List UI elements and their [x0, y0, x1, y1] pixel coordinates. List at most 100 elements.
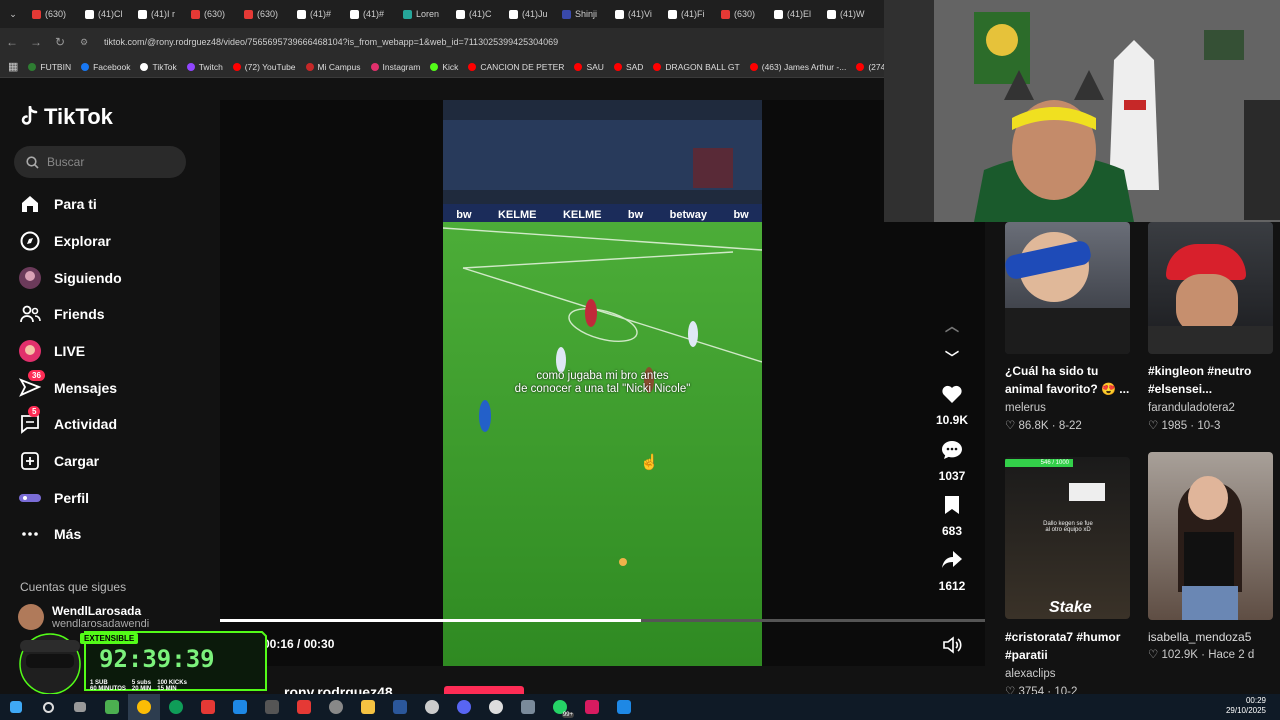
taskbar-app-icon[interactable]: [192, 694, 224, 720]
taskbar-app-icon[interactable]: [576, 694, 608, 720]
recommended-title[interactable]: #cristorata7 #humor #paratii: [1005, 628, 1135, 664]
bookmark-item[interactable]: CANCION DE PETER: [468, 62, 564, 72]
recommended-thumb[interactable]: [1005, 222, 1130, 354]
sidebar-item-friends[interactable]: Friends: [18, 302, 105, 326]
browser-tab[interactable]: (41)I r: [132, 0, 185, 28]
browser-tab[interactable]: (630): [238, 0, 291, 28]
recommended-user[interactable]: faranduladotera2: [1148, 402, 1235, 414]
tiktok-logo[interactable]: TikTok: [20, 104, 113, 130]
browser-tab[interactable]: (41)C: [450, 0, 503, 28]
sidebar-item-explorar[interactable]: Explorar: [18, 229, 111, 253]
discord-icon[interactable]: [448, 694, 480, 720]
search-icon[interactable]: [32, 694, 64, 720]
sidebar-item-live[interactable]: LIVE: [18, 339, 85, 363]
bookmark-item[interactable]: DRAGON BALL GT: [653, 62, 740, 72]
tab-favicon-icon: [562, 9, 571, 19]
bookmark-label: Kick: [442, 61, 459, 72]
browser-tab[interactable]: (41)Vi: [609, 0, 662, 28]
browser-tab[interactable]: (41)W: [821, 0, 874, 28]
taskbar-app-icon[interactable]: [480, 694, 512, 720]
video-progress-bar[interactable]: [220, 619, 985, 622]
tab-label: (41)#: [310, 9, 332, 19]
previous-video-icon[interactable]: ︿: [930, 316, 974, 336]
apps-grid-icon[interactable]: ▦: [8, 60, 18, 73]
volume-icon[interactable]: [942, 636, 962, 659]
browser-tab[interactable]: (630): [715, 0, 768, 28]
forward-icon[interactable]: →: [24, 35, 48, 49]
task-view-icon[interactable]: [64, 694, 96, 720]
save-button[interactable]: 683: [930, 495, 974, 538]
browser-tab[interactable]: (41)El: [768, 0, 821, 28]
start-icon[interactable]: [0, 694, 32, 720]
whatsapp-icon[interactable]: 99+: [544, 694, 576, 720]
browser-tab[interactable]: (41)Fi: [662, 0, 715, 28]
bookmark-item[interactable]: Twitch: [186, 62, 223, 72]
word-icon[interactable]: [384, 694, 416, 720]
recommended-user[interactable]: melerus: [1005, 402, 1046, 414]
like-button[interactable]: 10.9K: [930, 384, 974, 427]
bookmark-item[interactable]: FUTBIN: [28, 62, 71, 72]
sidebar-item-label: Mensajes: [54, 380, 118, 396]
tab-list-button[interactable]: ⌄: [0, 0, 26, 28]
bookmark-favicon-icon: [232, 62, 241, 71]
browser-tab[interactable]: (41)#: [291, 0, 344, 28]
bookmark-item[interactable]: Facebook: [81, 62, 130, 72]
site-info-icon[interactable]: ⚙: [72, 37, 96, 48]
recommended-title[interactable]: #kingleon #neutro #elsensei...: [1148, 362, 1278, 398]
recommended-title[interactable]: ¿Cuál ha sido tu animal favorito? 😍 ...: [1005, 362, 1135, 398]
bookmark-item[interactable]: Instagram: [370, 62, 420, 72]
sidebar-item-para-ti[interactable]: Para ti: [18, 192, 97, 216]
heart-icon: [942, 385, 962, 403]
browser-tab[interactable]: Loren: [397, 0, 450, 28]
browser-tab[interactable]: (41)Cl: [79, 0, 132, 28]
recommended-stats: ♡ 102.9K · Hace 2 d: [1148, 649, 1255, 661]
bookmark-item[interactable]: Mi Campus: [305, 62, 361, 72]
search-input[interactable]: Buscar: [14, 146, 186, 178]
taskbar-app-icon[interactable]: [224, 694, 256, 720]
tab-favicon-icon: [85, 9, 94, 19]
share-button[interactable]: 1612: [930, 550, 974, 593]
edge-icon[interactable]: [160, 694, 192, 720]
next-video-icon[interactable]: ﹀: [930, 348, 974, 368]
calculator-icon[interactable]: [512, 694, 544, 720]
sidebar-item-actividad[interactable]: 5 Actividad: [18, 406, 117, 436]
bookmark-item[interactable]: Kick: [430, 62, 458, 72]
taskbar-app-icon[interactable]: [96, 694, 128, 720]
bookmark-item[interactable]: (274: [856, 62, 885, 72]
recommended-thumb[interactable]: [1148, 222, 1273, 354]
url-field[interactable]: tiktok.com/@rony.rodrguez48/video/756569…: [104, 37, 558, 47]
sidebar-item-m-s[interactable]: Más: [18, 522, 81, 546]
system-clock[interactable]: 00:29 29/10/2025: [1226, 696, 1266, 716]
taskbar-app-icon[interactable]: [288, 694, 320, 720]
browser-tab[interactable]: (41)Ju: [503, 0, 556, 28]
recommended-thumb[interactable]: [1148, 452, 1273, 620]
chrome-icon[interactable]: [128, 694, 160, 720]
bookmark-item[interactable]: SAU: [574, 62, 604, 72]
recommended-user[interactable]: alexaclips: [1005, 668, 1056, 680]
back-icon[interactable]: ←: [0, 35, 24, 49]
browser-tab[interactable]: (630): [26, 0, 79, 28]
taskbar-app-icon[interactable]: [416, 694, 448, 720]
taskbar-app-icon[interactable]: [256, 694, 288, 720]
sidebar-item-mensajes[interactable]: 36 Mensajes: [18, 370, 118, 400]
comment-button[interactable]: 1037: [930, 440, 974, 483]
bookmark-item[interactable]: (463) James Arthur -...: [749, 62, 846, 72]
folder-icon[interactable]: [352, 694, 384, 720]
taskbar-app-icon[interactable]: [320, 694, 352, 720]
browser-tab[interactable]: Shinji: [556, 0, 609, 28]
bookmark-favicon-icon: [28, 62, 37, 71]
sidebar-item-siguiendo[interactable]: Siguiendo: [18, 266, 122, 290]
bookmark-item[interactable]: SAD: [613, 62, 643, 72]
reload-icon[interactable]: ↻: [48, 35, 72, 49]
video-player[interactable]: bw KELME KELME bw betway bw como jugaba …: [443, 100, 762, 666]
sidebar-item-cargar[interactable]: Cargar: [18, 449, 99, 473]
recommended-title[interactable]: isabella_mendoza5: [1148, 630, 1251, 644]
bookmark-item[interactable]: TikTok: [140, 62, 177, 72]
bookmark-favicon-icon: [613, 62, 622, 71]
browser-tab[interactable]: (41)#: [344, 0, 397, 28]
sidebar-item-perfil[interactable]: Perfil: [18, 486, 89, 510]
browser-tab[interactable]: (630): [185, 0, 238, 28]
recommended-thumb[interactable]: 546 / 1000 Dallo kegen se fue al otro eq…: [1005, 457, 1130, 619]
taskbar-app-icon[interactable]: [608, 694, 640, 720]
bookmark-item[interactable]: (72) YouTube: [232, 62, 296, 72]
